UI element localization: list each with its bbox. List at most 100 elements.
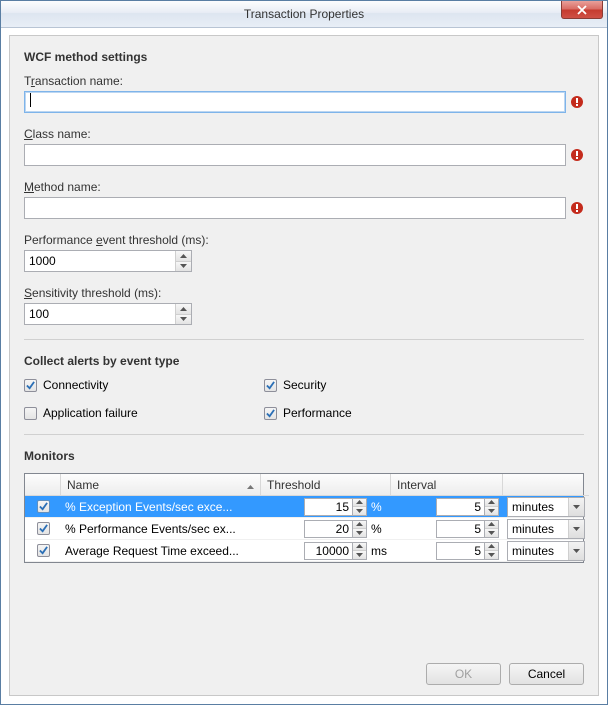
- row-checkbox[interactable]: [37, 522, 50, 535]
- perf-event-threshold-label: Performance event threshold (ms):: [24, 233, 584, 247]
- chevron-up-icon: [488, 522, 495, 526]
- class-name-label: Class name:: [24, 127, 584, 141]
- monitors-col-unit[interactable]: [503, 474, 589, 496]
- checkbox-box[interactable]: [264, 379, 277, 392]
- threshold-spinner[interactable]: [304, 542, 367, 560]
- transaction-name-label: Transaction name:: [24, 74, 584, 88]
- ok-button[interactable]: OK: [426, 663, 501, 685]
- chevron-up-icon: [180, 254, 187, 258]
- interval-input[interactable]: [436, 520, 484, 538]
- chevron-down-icon: [180, 264, 187, 268]
- checkbox-box[interactable]: [24, 407, 37, 420]
- chevron-down-icon: [488, 553, 495, 557]
- chevron-up-icon: [356, 500, 363, 504]
- monitors-col-name[interactable]: Name: [61, 474, 261, 496]
- chevron-down-icon: [573, 505, 580, 509]
- spin-up-button[interactable]: [176, 304, 191, 314]
- spin-up-button[interactable]: [353, 499, 366, 507]
- spin-up-button[interactable]: [485, 499, 498, 507]
- checkbox-label: Connectivity: [43, 378, 108, 392]
- interval-spinner[interactable]: [436, 520, 499, 538]
- method-name-input[interactable]: [24, 197, 566, 219]
- required-icon: [570, 148, 584, 162]
- section-alerts-heading: Collect alerts by event type: [24, 354, 584, 368]
- spin-up-button[interactable]: [353, 521, 366, 529]
- section-monitors-heading: Monitors: [24, 449, 584, 463]
- row-checkbox[interactable]: [37, 500, 50, 513]
- checkbox-application-failure[interactable]: Application failure: [24, 406, 264, 420]
- row-name: % Performance Events/sec ex...: [61, 518, 261, 539]
- titlebar: Transaction Properties: [1, 1, 607, 28]
- chevron-up-icon: [488, 544, 495, 548]
- spin-up-button[interactable]: [353, 543, 366, 551]
- spin-up-button[interactable]: [176, 251, 191, 261]
- sensitivity-threshold-label: Sensitivity threshold (ms):: [24, 286, 584, 300]
- spin-up-button[interactable]: [485, 521, 498, 529]
- close-button[interactable]: [561, 1, 603, 19]
- checkbox-box[interactable]: [264, 407, 277, 420]
- spin-down-button[interactable]: [176, 314, 191, 325]
- transaction-name-input[interactable]: [24, 91, 566, 113]
- checkbox-performance[interactable]: Performance: [264, 406, 584, 420]
- table-row[interactable]: Average Request Time exceed...msminutes: [25, 540, 583, 562]
- spin-down-button[interactable]: [485, 528, 498, 537]
- spin-up-button[interactable]: [485, 543, 498, 551]
- interval-spinner[interactable]: [436, 542, 499, 560]
- checkbox-box[interactable]: [24, 379, 37, 392]
- threshold-input[interactable]: [304, 498, 352, 516]
- interval-unit-dropdown[interactable]: minutes: [507, 497, 585, 517]
- monitors-col-checkbox[interactable]: [25, 474, 61, 496]
- required-icon: [570, 95, 584, 109]
- row-name: Average Request Time exceed...: [61, 540, 261, 561]
- interval-unit-value: minutes: [508, 544, 568, 558]
- table-row[interactable]: % Performance Events/sec ex...%minutes: [25, 518, 583, 540]
- monitors-col-interval[interactable]: Interval: [391, 474, 503, 496]
- chevron-up-icon: [180, 307, 187, 311]
- perf-event-threshold-spinner[interactable]: [24, 250, 192, 272]
- spin-down-button[interactable]: [353, 506, 366, 515]
- table-row[interactable]: % Exception Events/sec exce...%minutes: [25, 496, 583, 518]
- dropdown-button[interactable]: [568, 498, 584, 516]
- spin-down-button[interactable]: [353, 550, 366, 559]
- spin-down-button[interactable]: [353, 528, 366, 537]
- interval-unit-dropdown[interactable]: minutes: [507, 541, 585, 561]
- threshold-input[interactable]: [304, 520, 352, 538]
- dropdown-button[interactable]: [568, 520, 584, 538]
- dropdown-button[interactable]: [568, 542, 584, 560]
- row-checkbox[interactable]: [37, 544, 50, 557]
- cancel-button[interactable]: Cancel: [509, 663, 584, 685]
- required-icon: [570, 201, 584, 215]
- interval-unit-dropdown[interactable]: minutes: [507, 519, 585, 539]
- spin-down-button[interactable]: [176, 261, 191, 272]
- sensitivity-threshold-input[interactable]: [25, 304, 175, 324]
- sensitivity-threshold-spinner[interactable]: [24, 303, 192, 325]
- interval-input[interactable]: [436, 542, 484, 560]
- class-name-input[interactable]: [24, 144, 566, 166]
- checkbox-connectivity[interactable]: Connectivity: [24, 378, 264, 392]
- chevron-down-icon: [573, 549, 580, 553]
- interval-spinner[interactable]: [436, 498, 499, 516]
- spin-down-button[interactable]: [485, 506, 498, 515]
- interval-input[interactable]: [436, 498, 484, 516]
- threshold-input[interactable]: [304, 542, 352, 560]
- perf-event-threshold-input[interactable]: [25, 251, 175, 271]
- window-title: Transaction Properties: [244, 7, 364, 21]
- threshold-spinner[interactable]: [304, 520, 367, 538]
- chevron-up-icon: [488, 500, 495, 504]
- checkbox-security[interactable]: Security: [264, 378, 584, 392]
- chevron-down-icon: [356, 509, 363, 513]
- checkbox-label: Security: [283, 378, 326, 392]
- chevron-up-icon: [356, 544, 363, 548]
- threshold-spinner[interactable]: [304, 498, 367, 516]
- monitors-table: Name Threshold Interval % Exception Even…: [24, 473, 584, 563]
- monitors-col-threshold[interactable]: Threshold: [261, 474, 391, 496]
- chevron-down-icon: [573, 527, 580, 531]
- interval-unit-value: minutes: [508, 522, 568, 536]
- section-wcf-heading: WCF method settings: [24, 50, 584, 64]
- spin-down-button[interactable]: [485, 550, 498, 559]
- chevron-down-icon: [488, 509, 495, 513]
- interval-unit-value: minutes: [508, 500, 568, 514]
- close-icon: [577, 5, 587, 15]
- sort-asc-icon: [247, 478, 254, 492]
- monitors-header-row: Name Threshold Interval: [25, 474, 583, 496]
